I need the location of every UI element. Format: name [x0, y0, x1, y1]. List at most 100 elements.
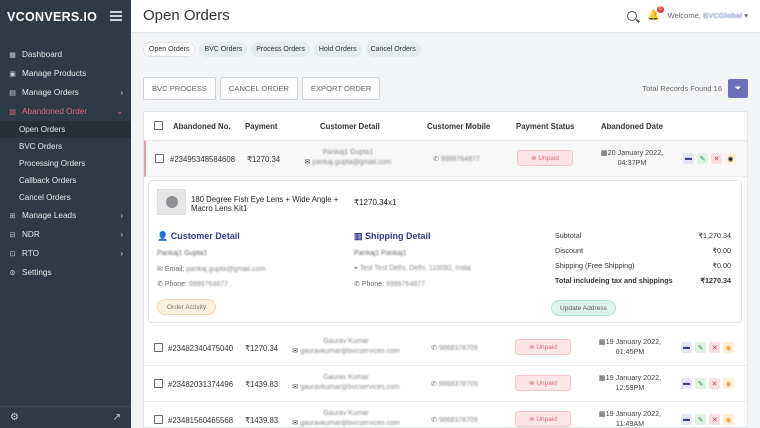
chevron-right-icon: ›	[120, 88, 123, 97]
sidebar-item-rto[interactable]: ⊡ RTO ›	[0, 244, 131, 263]
sidebar-item-settings[interactable]: ⚙ Settings	[0, 263, 131, 282]
bell-icon[interactable]: 🔔 0	[647, 6, 664, 21]
order-id[interactable]: #23482340475040	[168, 344, 233, 353]
eye-icon[interactable]: ◉	[723, 414, 734, 425]
abandoned-date: ▦19 January 2022, 11:49AM	[595, 409, 665, 427]
row-checkbox[interactable]	[154, 415, 163, 424]
sidebar-subitem-open-orders[interactable]: Open Orders	[0, 121, 131, 138]
cart-icon: ▤	[9, 89, 16, 97]
order-activity-button[interactable]: Order Activity	[157, 299, 217, 315]
order-id[interactable]: #23481560465568	[168, 416, 233, 425]
table-row[interactable]: #23482031374496 ₹1439.83 Gaurav Kumar ✉ g…	[144, 366, 747, 402]
sidebar-item-label: RTO	[22, 249, 39, 258]
welcome-label: Welcome,	[667, 11, 701, 20]
hamburger-menu-icon[interactable]	[110, 11, 122, 23]
abandoned-date: ▦19 January 2022, 01:45PM	[595, 337, 665, 357]
chat-icon[interactable]: ▬	[681, 378, 692, 389]
edit-icon[interactable]: ✎	[695, 414, 706, 425]
sidebar-subitem-bvc-orders[interactable]: BVC Orders	[0, 138, 131, 155]
settings-gear-icon[interactable]: ⚙	[10, 412, 19, 423]
user-name: BVCGlobal	[702, 11, 743, 20]
phone-icon: ✆	[433, 156, 439, 163]
row-checkbox[interactable]	[154, 379, 163, 388]
sidebar-subitem-processing-orders[interactable]: Processing Orders	[0, 155, 131, 172]
delete-icon[interactable]: ✕	[709, 414, 720, 425]
status-badge: ⊗ Unpaid	[515, 375, 571, 391]
sidebar-subitem-callback-orders[interactable]: Callback Orders	[0, 172, 131, 189]
sidebar-item-dashboard[interactable]: ▦ Dashboard	[0, 45, 131, 64]
delete-icon[interactable]: ✕	[709, 342, 720, 353]
sidebar-item-ndr[interactable]: ⊟ NDR ›	[0, 225, 131, 244]
sidebar-item-label: Dashboard	[22, 50, 63, 59]
mail-icon: ✉	[292, 420, 299, 427]
shipping-address-text: Test Test Delhi, Delhi, 110092, India	[359, 265, 471, 272]
sidebar-item-manage-leads[interactable]: ⊞ Manage Leads ›	[0, 206, 131, 225]
customer-email: pankaj.gupta@gmail.com	[312, 159, 392, 166]
records-count: Total Records Found 16	[642, 84, 722, 93]
chat-icon[interactable]: ▬	[683, 153, 694, 164]
user-menu[interactable]: Welcome, BVCGlobal ▾	[668, 11, 748, 20]
table-row[interactable]: #23482340475040 ₹1270.34 Gaurav Kumar ✉ g…	[144, 330, 747, 366]
bvc-process-button[interactable]: BVC PROCESS	[143, 77, 216, 100]
phone-icon: ✆	[431, 381, 437, 388]
edit-icon[interactable]: ✎	[695, 342, 706, 353]
user-icon: 👤	[157, 231, 169, 241]
sidebar-item-abandoned-order[interactable]: ▧ Abandoned Order ⌄	[0, 102, 131, 121]
update-address-button[interactable]: Update Address	[551, 300, 616, 316]
eye-icon[interactable]: ◉	[723, 378, 734, 389]
page-title: Open Orders	[143, 7, 230, 24]
table-row[interactable]: #23495348584608 ₹1270.34 Pankaj1 Gupta1 ✉…	[144, 141, 747, 177]
edit-icon[interactable]: ✎	[695, 378, 706, 389]
map-pin-icon: ⌖	[354, 265, 358, 272]
row-checkbox[interactable]	[155, 154, 164, 163]
row-actions: ▬ ✎ ✕ ◉	[681, 378, 734, 389]
eye-icon[interactable]: ◉	[723, 342, 734, 353]
payment-amount: ₹1439.83	[245, 416, 279, 425]
chat-icon[interactable]: ▬	[681, 414, 692, 425]
product-price: ₹1270.34x1	[354, 198, 397, 207]
top-right-controls: 🔔 0 Welcome, BVCGlobal ▾	[627, 6, 748, 21]
leads-icon: ⊞	[9, 212, 16, 220]
tab-process-orders[interactable]: Process Orders	[251, 42, 310, 57]
action-buttons: BVC PROCESS CANCEL ORDER EXPORT ORDER	[143, 77, 381, 100]
export-order-button[interactable]: EXPORT ORDER	[301, 77, 381, 100]
filter-button[interactable]: ⏷	[728, 79, 748, 98]
order-id[interactable]: #23482031374496	[168, 380, 233, 389]
tab-open-orders[interactable]: Open Orders	[143, 42, 196, 57]
customer-detail: Pankaj1 Gupta1 ✉ pankaj.gupta@gmail.com	[288, 148, 408, 168]
calendar-icon: ▦	[598, 373, 606, 382]
delete-icon[interactable]: ✕	[709, 378, 720, 389]
cancel-order-button[interactable]: CANCEL ORDER	[219, 77, 298, 100]
tab-hold-orders[interactable]: Hold Orders	[313, 42, 362, 57]
date-text: 20 January 2022,	[607, 148, 664, 157]
delete-icon[interactable]: ✕	[711, 153, 722, 164]
sidebar-item-manage-orders[interactable]: ▤ Manage Orders ›	[0, 83, 131, 102]
row-checkbox[interactable]	[154, 343, 163, 352]
sidebar-subitem-cancel-orders[interactable]: Cancel Orders	[0, 189, 131, 206]
order-id[interactable]: #23495348584608	[170, 155, 235, 164]
dashboard-icon: ▦	[9, 51, 16, 59]
tab-bvc-orders[interactable]: BVC Orders	[199, 42, 248, 57]
sidebar-item-manage-products[interactable]: ▣ Manage Products	[0, 64, 131, 83]
eye-icon[interactable]: ◉	[725, 153, 736, 164]
column-header: Payment	[245, 122, 278, 131]
select-all-checkbox[interactable]	[154, 121, 163, 130]
column-header: Abandoned Date	[601, 122, 663, 131]
status-text: Unpaid	[536, 379, 557, 387]
email-label: Email:	[164, 266, 185, 273]
table-header: Abandoned No. Payment Customer Detail Cu…	[144, 112, 747, 141]
chat-icon[interactable]: ▬	[681, 342, 692, 353]
customer-name: Gaurav Kumar	[323, 338, 369, 345]
shipping-detail-title: ▥ Shipping Detail	[354, 231, 431, 242]
external-link-icon[interactable]: ↗	[113, 412, 121, 423]
edit-icon[interactable]: ✎	[697, 153, 708, 164]
customer-email: gauravkumar@bvcservices.com	[300, 348, 400, 355]
customer-detail: Gaurav Kumar ✉ gauravkumar@bvcservices.co…	[286, 409, 406, 427]
search-icon[interactable]	[627, 10, 638, 21]
phone-icon: ✆	[354, 281, 360, 288]
phone-value: 9999764877	[188, 281, 228, 288]
abandoned-date: ▦19 January 2022, 12:59PM	[595, 373, 665, 393]
tab-cancel-orders[interactable]: Cancel Orders	[365, 42, 421, 57]
table-row[interactable]: #23481560465568 ₹1439.83 Gaurav Kumar ✉ g…	[144, 402, 747, 427]
sidebar-item-label: Manage Orders	[22, 88, 79, 97]
